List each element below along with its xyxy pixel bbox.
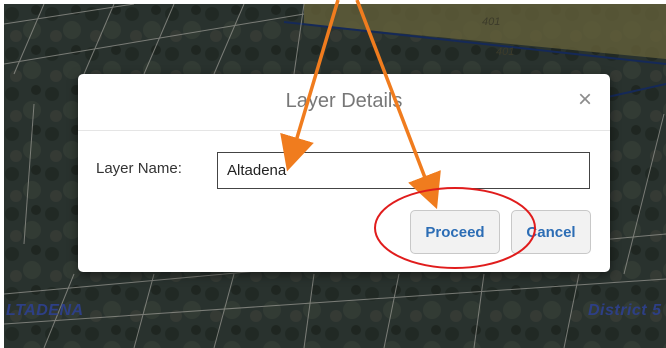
dialog-header: Layer Details × [78, 74, 610, 131]
layer-details-dialog: Layer Details × Layer Name: Proceed Canc… [78, 74, 610, 272]
layer-name-input[interactable] [217, 152, 590, 189]
map-label-area: LTADENA [6, 302, 84, 319]
map-label-district: District 5 [588, 302, 662, 319]
road-number: 401 [482, 16, 501, 28]
layer-name-label: Layer Name: [96, 160, 182, 177]
proceed-button[interactable]: Proceed [410, 210, 500, 254]
close-icon[interactable]: × [578, 88, 592, 112]
dialog-title: Layer Details [285, 90, 403, 112]
cancel-button[interactable]: Cancel [511, 210, 591, 254]
road-number: 401 [496, 46, 515, 58]
